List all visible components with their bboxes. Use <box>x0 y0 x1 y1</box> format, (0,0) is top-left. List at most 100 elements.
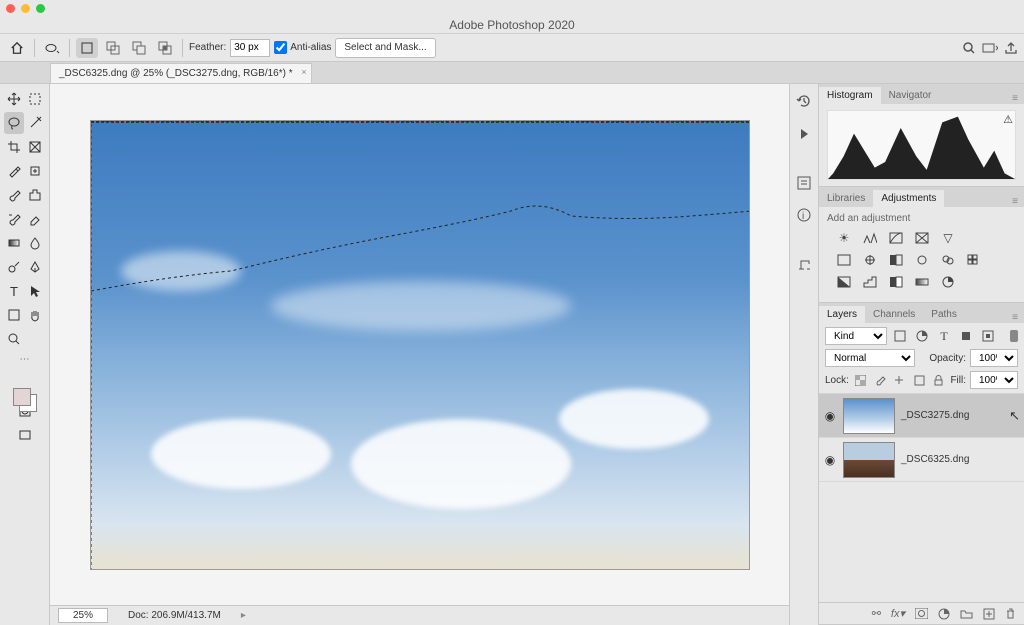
filter-type-icon[interactable]: T <box>935 328 953 344</box>
new-group-icon[interactable] <box>960 608 973 619</box>
path-select-tool[interactable] <box>26 280 46 302</box>
lock-artboard-icon[interactable] <box>911 372 927 388</box>
gradient-tool[interactable] <box>4 232 24 254</box>
type-tool[interactable]: T <box>4 280 24 302</box>
posterize-icon[interactable] <box>861 274 879 290</box>
history-icon[interactable] <box>795 92 813 110</box>
close-window[interactable] <box>6 4 15 13</box>
actions-icon[interactable] <box>795 124 813 142</box>
blend-mode-select[interactable]: Normal <box>825 349 915 367</box>
brightness-icon[interactable]: ☀ <box>835 230 853 246</box>
panel-menu-icon[interactable]: ≡ <box>1006 312 1024 323</box>
panel-menu-icon[interactable]: ≡ <box>1006 196 1024 207</box>
screen-mode-toggle[interactable] <box>4 424 45 446</box>
search-icon[interactable] <box>962 41 976 55</box>
lasso-tool[interactable] <box>4 112 24 134</box>
photo-filter-icon[interactable] <box>913 252 931 268</box>
new-layer-icon[interactable] <box>983 608 995 620</box>
edit-toolbar[interactable]: ⋯ <box>4 352 45 366</box>
new-fill-adjustment-icon[interactable] <box>938 608 950 620</box>
crop-tool[interactable] <box>4 136 24 158</box>
frame-tool[interactable] <box>26 136 46 158</box>
layer-name[interactable]: _DSC3275.dng <box>901 410 969 421</box>
lock-pixels-icon[interactable] <box>872 372 888 388</box>
tab-channels[interactable]: Channels <box>865 306 923 323</box>
layer-thumbnail[interactable] <box>843 398 895 434</box>
magic-wand-tool[interactable] <box>26 112 46 134</box>
fill-select[interactable]: 100% <box>970 371 1018 389</box>
opacity-select[interactable]: 100% <box>970 349 1018 367</box>
vibrance-icon[interactable]: ▽ <box>939 230 957 246</box>
eraser-tool[interactable] <box>26 208 46 230</box>
levels-icon[interactable] <box>861 230 879 246</box>
layer-filter-kind[interactable]: Kind <box>825 327 887 345</box>
lock-all-icon[interactable] <box>931 372 947 388</box>
brush-tool[interactable] <box>4 184 24 206</box>
color-lookup-icon[interactable] <box>965 252 983 268</box>
filter-smart-icon[interactable] <box>979 328 997 344</box>
layer-mask-icon[interactable] <box>915 608 928 619</box>
hue-icon[interactable] <box>835 252 853 268</box>
workspace-switcher[interactable] <box>982 41 998 55</box>
canvas[interactable] <box>50 84 789 605</box>
filter-pixel-icon[interactable] <box>891 328 909 344</box>
zoom-tool[interactable] <box>4 328 24 350</box>
history-brush-tool[interactable] <box>4 208 24 230</box>
share-icon[interactable] <box>1004 41 1018 55</box>
tab-histogram[interactable]: Histogram <box>819 87 881 104</box>
gradient-map-icon[interactable] <box>913 274 931 290</box>
maximize-window[interactable] <box>36 4 45 13</box>
selective-color-icon[interactable] <box>939 274 957 290</box>
zoom-field[interactable]: 25% <box>58 608 108 623</box>
pen-tool[interactable] <box>26 256 46 278</box>
selection-add[interactable] <box>102 38 124 58</box>
clone-tool[interactable] <box>26 184 46 206</box>
cache-warning-icon[interactable]: ⚠ <box>1003 113 1013 126</box>
invert-icon[interactable] <box>835 274 853 290</box>
feather-input[interactable] <box>230 39 270 57</box>
minimize-window[interactable] <box>21 4 30 13</box>
lock-transparent-icon[interactable] <box>853 372 869 388</box>
properties-icon[interactable] <box>795 174 813 192</box>
tool-preset[interactable] <box>41 38 63 58</box>
panel-menu-icon[interactable]: ≡ <box>1006 93 1024 104</box>
tab-adjustments[interactable]: Adjustments <box>873 190 944 207</box>
bw-icon[interactable] <box>887 252 905 268</box>
layer-thumbnail[interactable] <box>843 442 895 478</box>
blur-tool[interactable] <box>26 232 46 254</box>
tab-libraries[interactable]: Libraries <box>819 190 873 207</box>
tab-navigator[interactable]: Navigator <box>881 87 940 104</box>
hand-tool[interactable] <box>26 304 46 326</box>
marquee-tool[interactable] <box>26 88 46 110</box>
filter-adjust-icon[interactable] <box>913 328 931 344</box>
selection-intersect[interactable] <box>154 38 176 58</box>
move-tool[interactable] <box>4 88 24 110</box>
layer-row[interactable]: ◉ _DSC6325.dng <box>819 438 1024 482</box>
link-layers-icon[interactable]: ⚯ <box>872 607 881 620</box>
tab-paths[interactable]: Paths <box>923 306 965 323</box>
visibility-icon[interactable]: ◉ <box>823 409 837 423</box>
document-tab[interactable]: _DSC6325.dng @ 25% (_DSC3275.dng, RGB/16… <box>50 63 312 83</box>
delete-layer-icon[interactable] <box>1005 608 1016 620</box>
select-and-mask-button[interactable]: Select and Mask... <box>335 38 435 58</box>
layer-row[interactable]: ◉ _DSC3275.dng ↖ <box>819 394 1024 438</box>
lock-position-icon[interactable] <box>892 372 908 388</box>
antialias-checkbox[interactable]: Anti-alias <box>274 41 331 54</box>
healing-tool[interactable] <box>26 160 46 182</box>
home-button[interactable] <box>6 38 28 58</box>
curves-icon[interactable] <box>887 230 905 246</box>
dodge-tool[interactable] <box>4 256 24 278</box>
layer-fx-icon[interactable]: fx▾ <box>891 607 905 620</box>
filter-toggle[interactable] <box>1010 330 1018 342</box>
info-icon[interactable]: i <box>795 206 813 224</box>
close-tab-icon[interactable]: × <box>301 67 306 77</box>
eyedropper-tool[interactable] <box>4 160 24 182</box>
layer-name[interactable]: _DSC6325.dng <box>901 454 969 465</box>
selection-new[interactable] <box>76 38 98 58</box>
filter-shape-icon[interactable] <box>957 328 975 344</box>
color-balance-icon[interactable] <box>861 252 879 268</box>
exposure-icon[interactable] <box>913 230 931 246</box>
character-icon[interactable] <box>795 256 813 274</box>
tab-layers[interactable]: Layers <box>819 306 865 323</box>
selection-subtract[interactable] <box>128 38 150 58</box>
